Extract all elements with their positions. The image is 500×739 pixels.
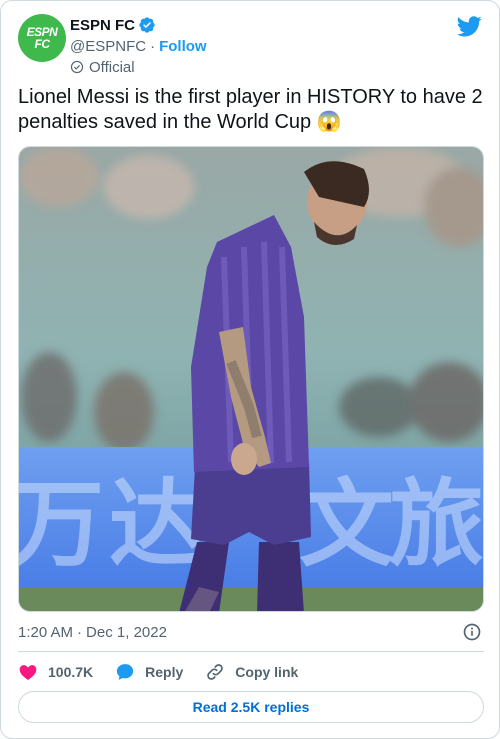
separator-dot: ·: [150, 37, 156, 55]
read-replies-button[interactable]: Read 2.5K replies: [18, 691, 484, 723]
tweet-card: ESPN FC ESPN FC @ESPNFC · Follow Officia…: [0, 0, 500, 739]
divider: [18, 651, 484, 652]
messi-photo: 万 达 文 旅: [19, 147, 484, 611]
avatar-text-line2: FC: [34, 37, 51, 51]
svg-text:旅: 旅: [389, 470, 484, 580]
reply-button[interactable]: Reply: [115, 662, 183, 682]
author-name[interactable]: ESPN FC: [70, 17, 135, 34]
tweet-header: ESPN FC ESPN FC @ESPNFC · Follow Officia…: [18, 14, 482, 77]
tweet-date: Dec 1, 2022: [86, 623, 167, 641]
link-icon: [207, 664, 224, 680]
verified-badge-icon: [139, 17, 155, 33]
tweet-photo[interactable]: 万 达 文 旅: [18, 146, 484, 612]
twitter-bird-icon[interactable]: [457, 16, 482, 37]
author-handle[interactable]: @ESPNFC: [70, 38, 146, 55]
follow-button[interactable]: Follow: [159, 38, 207, 55]
separator-dot: ·: [77, 623, 83, 641]
avatar[interactable]: ESPN FC: [18, 14, 66, 62]
tweet-timestamp[interactable]: 1:20 AM · Dec 1, 2022: [18, 622, 484, 642]
copy-link-button[interactable]: Copy link: [205, 662, 298, 682]
info-icon[interactable]: [462, 622, 482, 642]
author-info: ESPN FC @ESPNFC · Follow Official: [70, 15, 207, 77]
reply-label: Reply: [145, 664, 184, 680]
svg-text:万: 万: [19, 470, 104, 580]
action-bar: 100.7K Reply Copy link: [18, 661, 320, 683]
official-label: Official: [89, 58, 135, 76]
tweet-text: Lionel Messi is the first player in HIST…: [18, 86, 483, 133]
like-button[interactable]: 100.7K: [18, 662, 93, 682]
official-check-icon: [70, 60, 84, 74]
like-count: 100.7K: [48, 664, 94, 680]
tweet-time: 1:20 AM: [18, 623, 74, 641]
read-replies-label: Read 2.5K replies: [192, 699, 310, 715]
svg-text:达: 达: [109, 470, 204, 580]
reply-bubble-icon: [116, 664, 134, 680]
heart-icon: [19, 665, 37, 680]
svg-text:文: 文: [299, 470, 394, 580]
copy-link-label: Copy link: [235, 664, 299, 680]
